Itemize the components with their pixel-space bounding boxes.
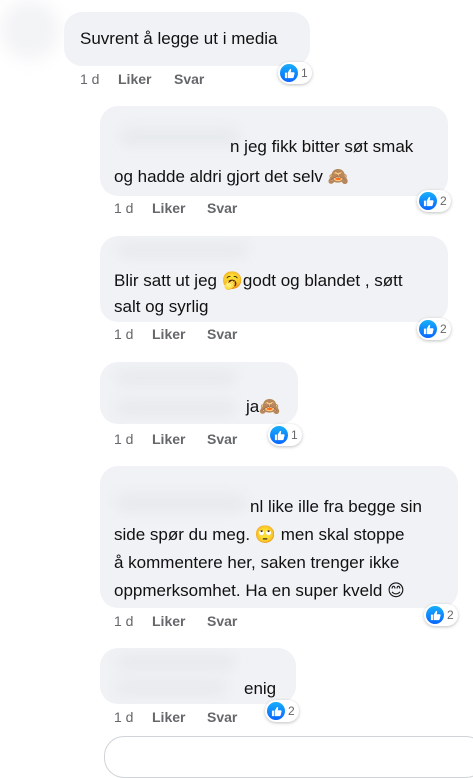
comment-text: side spør du meg. 🙄 men skal stoppe xyxy=(114,522,405,548)
comment-text: nl like ille fra begge sin xyxy=(250,497,422,516)
comment-text: salt og syrlig xyxy=(114,297,209,316)
reaction-number: 2 xyxy=(440,194,447,208)
comment-text-part: og hadde aldri gjort det selv xyxy=(114,167,323,186)
reaction-number: 1 xyxy=(291,428,298,442)
thumbs-up-icon xyxy=(419,320,437,338)
comment-text: enig xyxy=(244,679,277,698)
author-name-redacted xyxy=(118,242,248,258)
reply-button[interactable]: Svar xyxy=(207,431,237,447)
comment-text-part: ja xyxy=(246,397,260,416)
reaction-number: 1 xyxy=(301,66,308,80)
comment-text-part: side spør du meg. xyxy=(114,525,251,544)
reply-input-field[interactable] xyxy=(104,736,473,778)
comment-text-redacted xyxy=(116,680,226,696)
comment-text: Blir satt ut jeg 🥱godt og blandet , søtt xyxy=(114,268,403,294)
reply-button[interactable]: Svar xyxy=(207,613,237,629)
comment-bubble: Suvrent å legge ut i media xyxy=(64,12,310,66)
comment-text: Suvrent å legge ut i media xyxy=(80,29,278,48)
comment-time: 1 d xyxy=(114,326,134,342)
like-button[interactable]: Liker xyxy=(152,613,185,629)
reply-button[interactable]: Svar xyxy=(174,71,204,87)
author-name-redacted xyxy=(116,654,236,670)
comment-time: 1 d xyxy=(114,613,134,629)
comment-bubble: Blir satt ut jeg 🥱godt og blandet , søtt… xyxy=(100,236,448,322)
thumbs-up-icon xyxy=(280,64,298,82)
comment-bubble: ja🙈 xyxy=(100,362,298,424)
comment-time: 1 d xyxy=(114,431,134,447)
comment-time: 1 d xyxy=(114,709,134,725)
reaction-count[interactable]: 2 xyxy=(417,318,451,340)
comment-text: oppmerksomhet. Ha en super kveld 😊 xyxy=(114,578,405,604)
reaction-count[interactable]: 2 xyxy=(265,700,299,722)
thumbs-up-icon xyxy=(419,192,437,210)
yawning-face-emoji: 🥱 xyxy=(221,271,243,291)
like-button[interactable]: Liker xyxy=(152,200,185,216)
see-no-evil-monkey-emoji: 🙈 xyxy=(327,167,349,187)
comment-text: ja🙈 xyxy=(246,394,280,420)
like-button[interactable]: Liker xyxy=(152,431,185,447)
reaction-count[interactable]: 1 xyxy=(268,424,302,446)
author-name-redacted xyxy=(116,494,246,512)
reply-button[interactable]: Svar xyxy=(207,200,237,216)
comment-text: og hadde aldri gjort det selv 🙈 xyxy=(114,164,349,190)
reply-button[interactable]: Svar xyxy=(207,709,237,725)
see-no-evil-monkey-emoji: 🙈 xyxy=(259,397,281,417)
comment-bubble: nl like ille fra begge sin side spør du … xyxy=(100,466,458,608)
reaction-number: 2 xyxy=(440,322,447,336)
comment-text-part: Blir satt ut jeg xyxy=(114,271,217,290)
thumbs-up-icon xyxy=(270,426,288,444)
thumbs-up-icon xyxy=(267,702,285,720)
smiling-face-emoji: 😊 xyxy=(387,581,405,601)
reaction-count[interactable]: 1 xyxy=(278,62,312,84)
comment-text-redacted xyxy=(116,400,236,416)
like-button[interactable]: Liker xyxy=(152,709,185,725)
comment-text: å kommentere her, saken trenger ikke xyxy=(114,553,400,572)
comment-bubble: n jeg fikk bitter søt smak og hadde aldr… xyxy=(100,106,448,196)
reaction-count[interactable]: 2 xyxy=(424,604,458,626)
thumbs-up-icon xyxy=(426,606,444,624)
comment-text-part: men skal stoppe xyxy=(280,525,405,544)
reaction-number: 2 xyxy=(288,704,295,718)
eye-roll-emoji: 🙄 xyxy=(254,525,276,545)
reaction-number: 2 xyxy=(447,608,454,622)
like-button[interactable]: Liker xyxy=(152,326,185,342)
reaction-count[interactable]: 2 xyxy=(417,190,451,212)
comment-time: 1 d xyxy=(80,71,100,87)
comment-text: n jeg fikk bitter søt smak xyxy=(230,137,414,156)
comment-bubble: enig xyxy=(100,648,296,704)
author-name-redacted xyxy=(120,128,240,146)
comment-text-part: oppmerksomhet. Ha en super kveld xyxy=(114,581,383,600)
avatar-blurred xyxy=(0,0,60,60)
like-button[interactable]: Liker xyxy=(118,71,151,87)
comment-text-part: godt og blandet , søtt xyxy=(242,271,403,290)
comment-time: 1 d xyxy=(114,200,134,216)
author-name-redacted xyxy=(116,370,236,386)
reply-button[interactable]: Svar xyxy=(207,326,237,342)
